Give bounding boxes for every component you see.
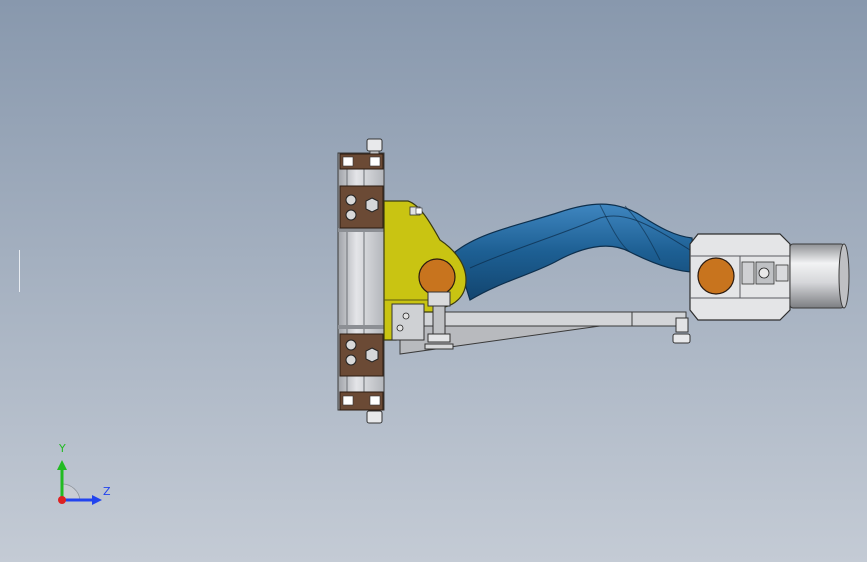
x-axis-dot [58, 496, 66, 504]
y-axis-label: Y [59, 442, 66, 455]
cad-model[interactable] [0, 0, 867, 562]
z-axis-label: Z [103, 485, 111, 498]
bolt-bottom [366, 410, 383, 424]
cylinder[interactable] [789, 243, 850, 309]
cad-viewport[interactable]: Y Z [0, 0, 867, 562]
bushing-left[interactable] [418, 258, 456, 296]
bushing-right[interactable] [697, 257, 735, 295]
clamp-block-bottom[interactable] [339, 333, 384, 411]
clamp-block-top[interactable] [339, 153, 384, 229]
control-arm[interactable] [454, 203, 696, 301]
